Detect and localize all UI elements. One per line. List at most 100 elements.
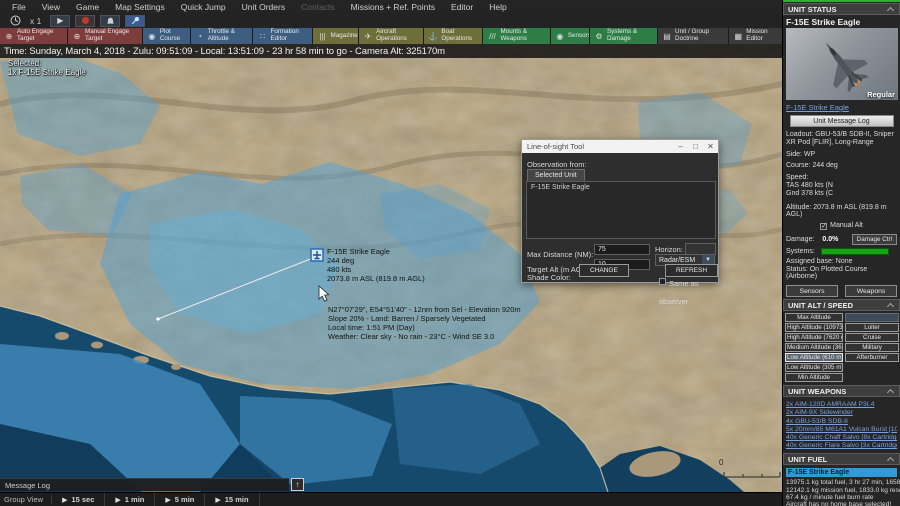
damage-control-button[interactable]: Damage Ctrl [851,233,897,245]
unit-weapons-header[interactable]: UNIT WEAPONS [783,385,900,398]
gauge-icon: ◔ [197,31,203,41]
menu-unit-orders[interactable]: Unit Orders [234,2,293,12]
magazines-button[interactable]: ||| Magazines [313,28,359,44]
maximize-icon[interactable]: □ [688,142,703,151]
record-button[interactable] [75,14,96,27]
unit-database-link[interactable]: F-15E Strike Eagle [783,100,900,113]
auto-engage-target-button[interactable]: ⊕ Auto Engage Target [0,28,67,44]
menu-view[interactable]: View [34,2,68,12]
systems-damage-button[interactable]: ⚙ Systems & Damage [589,28,658,44]
change-color-button[interactable]: CHANGE [579,264,629,277]
selected-unit-tab[interactable]: Selected Unit [527,169,585,181]
max-altitude-button[interactable]: Max Altitude [785,313,843,323]
plot-course-button[interactable]: ◉ Plot Course [142,28,190,44]
same-as-observer-row[interactable]: Same as observer [659,273,718,309]
dialog-title-bar[interactable]: Line-of-sight Tool – □ ✕ [522,140,718,153]
low-altitude-305-button[interactable]: Low Altitude (305 m) [785,363,843,373]
menu-editor[interactable]: Editor [443,2,481,12]
high-altitude-7620-button[interactable]: High Altitude (7620 m) [785,333,843,343]
checkbox-unchecked-icon[interactable] [659,278,666,286]
throttle-cruise-button[interactable]: Cruise [845,333,899,343]
min-altitude-button[interactable]: Min Altitude [785,373,843,383]
menu-map-settings[interactable]: Map Settings [107,2,173,12]
formation-editor-button[interactable]: ∷ Formation Editor [253,28,313,44]
manual-engage-target-button[interactable]: ⊕ Manual Engage Target [68,28,142,44]
speed-tas: TAS 480 kts (N [786,181,833,189]
advance-5min-button[interactable]: ▶ 5 min [155,493,206,506]
throttle-altitude-button[interactable]: ◔ Throttle & Altitude [190,28,253,44]
command-app-window: Selected: 1x F-15E Strike Eagle F-15E St… [0,0,900,506]
medium-altitude-button[interactable]: Medium Altitude (3658 [785,343,843,353]
dialog-title: Line-of-sight Tool [527,142,584,151]
advance-15sec-button[interactable]: ▶ 15 sec [52,493,106,506]
fuel-selected-unit-row[interactable]: F-15E Strike Eagle [786,468,897,478]
play-button[interactable]: ▶ [50,14,71,27]
max-distance-input[interactable] [594,244,650,255]
collapse-chevron-icon[interactable] [886,456,895,464]
minimize-icon[interactable]: – [673,142,688,151]
observer-unit-list[interactable]: F-15E Strike Eagle [526,181,716,239]
refresh-button[interactable]: REFRESH [665,264,719,277]
weapon-link[interactable]: 40x Generic Flare Salvo [3x Cartridges, … [786,442,897,450]
collapse-chevron-icon[interactable] [886,302,895,310]
alt-speed-grid: Max Altitude High Altitude (10973 m Loit… [783,311,900,384]
weapons-panel-button[interactable]: Weapons [845,285,897,298]
low-altitude-610-button[interactable]: Low Altitude (610 m) [785,353,843,363]
menu-help[interactable]: Help [481,2,514,12]
throttle-loiter-button[interactable]: Loiter [845,323,899,333]
mission-editor-button[interactable]: ▦ Mission Editor [729,28,782,44]
menu-file[interactable]: File [4,2,34,12]
weapon-link[interactable]: 2x AIM-120D AMRAAM P3I.4 [786,401,897,409]
unit-message-log-button[interactable]: Unit Message Log [789,115,894,127]
boat-operations-button[interactable]: ⚓ Boat Operations [424,28,483,44]
unit-status-header[interactable]: UNIT STATUS [783,3,900,15]
line-of-sight-dialog: Line-of-sight Tool – □ ✕ Observation fro… [521,139,719,306]
sensors-button[interactable]: ◉ Sensors [550,28,589,44]
aircraft-operations-button[interactable]: ✈ Aircraft Operations [359,28,424,44]
unit-alt-speed-header[interactable]: UNIT ALT / SPEED [783,299,900,312]
high-altitude-10973-button[interactable]: High Altitude (10973 m [785,323,843,333]
sensors-weapons-row: Sensors Weapons [786,285,897,298]
cursor-info-readout: N27°07'29", E54°51'40" - 12nm from Sel -… [328,305,521,341]
menu-quick-jump[interactable]: Quick Jump [173,2,234,12]
group-view-label[interactable]: Group View [0,495,53,504]
unit-fuel-header[interactable]: UNIT FUEL [783,453,900,466]
radar-icon: ◉ [556,31,564,41]
weapon-link[interactable]: 40x Generic Chaff Salvo [8x Cartridges] [786,434,897,442]
manual-alt-row[interactable]: ✓ Manual Alt [783,222,900,230]
collapse-chevron-icon[interactable] [886,388,895,396]
sim-speed-label[interactable]: x 1 [26,16,45,26]
throttle-military-button[interactable]: Military [845,343,899,353]
fuel-mission-line: 12142.1 kg mission fuel, 1833.0 kg reser… [786,486,900,494]
advance-1min-button[interactable]: ▶ 1 min [105,493,156,506]
magazine-icon: ||| [319,31,326,41]
advance-15min-button[interactable]: ▶ 15 min [205,493,260,506]
course-text: Course: 244 deg [786,162,838,170]
message-log-expand-button[interactable]: ↑ [291,478,304,491]
bell-icon [106,17,114,24]
weapon-link[interactable]: 5x 20mm/85 M61A1 Vulcan Burst [100 rnds [786,426,897,434]
unit-label-course: 244 deg [327,256,355,265]
alert-button[interactable] [100,14,121,27]
weapon-link[interactable]: 4x GBU-53/B SDB-II [786,418,897,426]
weapon-link[interactable]: 2x AIM-9X Sidewinder [786,409,897,417]
pin-button[interactable] [125,14,146,27]
checkbox-checked-icon[interactable]: ✓ [820,222,828,230]
clock-icon[interactable] [10,15,21,26]
close-icon[interactable]: ✕ [703,142,718,151]
unit-group-doctrine-button[interactable]: ▤ Unit / Group Doctrine [658,28,729,44]
weapons-list: 2x AIM-120D AMRAAM P3I.4 2x AIM-9X Sidew… [783,397,900,452]
pin-icon [131,16,139,25]
menu-game[interactable]: Game [68,2,107,12]
message-log-bar[interactable]: Message Log [0,478,289,491]
throttle-afterburner-button[interactable]: Afterburner [845,353,899,363]
collapse-chevron-icon[interactable] [886,6,895,14]
observer-unit-item[interactable]: F-15E Strike Eagle [527,182,715,193]
editor-window-icon: ▦ [734,31,743,41]
sensors-panel-button[interactable]: Sensors [786,285,838,298]
f15e-unit-icon[interactable] [310,248,324,262]
mounts-weapons-button[interactable]: ///Mounts & Weapons [483,28,550,44]
menu-missions-ref-points[interactable]: Missions + Ref. Points [343,2,443,12]
time-banner-text: Time: Sunday, March 4, 2018 - Zulu: 09:5… [4,45,445,57]
arrow-up-icon: ↑ [295,480,300,489]
